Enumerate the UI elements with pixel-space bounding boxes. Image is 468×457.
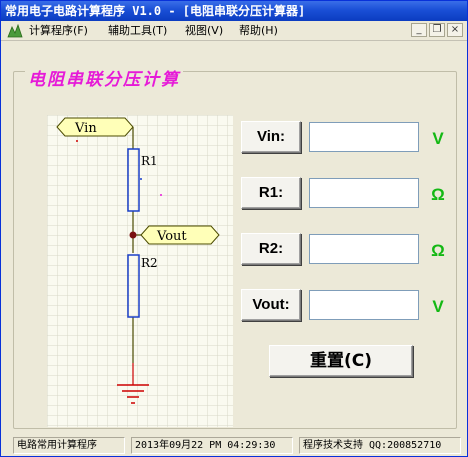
client-area: 电阻串联分压计算 Vin Vout R1 R2 Vin: V R1: Ω R2:…	[3, 43, 465, 433]
junction-dot	[129, 231, 137, 239]
status-app-name: 电路常用计算程序	[13, 437, 125, 454]
r2-unit: Ω	[431, 241, 445, 260]
window-title: 常用电子电路计算程序 V1.0 - [电阻串联分压计算器]	[5, 4, 306, 18]
app-icon[interactable]	[7, 24, 23, 38]
mdi-restore-button[interactable]: ❐	[429, 23, 445, 37]
calc-title: 电阻串联分压计算	[25, 65, 183, 90]
r2-button[interactable]: R2:	[241, 233, 301, 265]
r2-label: R2	[141, 256, 158, 270]
main-window: 常用电子电路计算程序 V1.0 - [电阻串联分压计算器] 计算程序(F) 辅助…	[0, 0, 468, 457]
vout-unit: V	[432, 297, 444, 316]
vin-label: Vin	[74, 121, 97, 136]
vout-label: Vout	[156, 229, 187, 244]
vout-input[interactable]	[309, 290, 419, 320]
status-support: 程序技术支持 QQ:200852710	[299, 437, 461, 454]
r1-unit: Ω	[431, 185, 445, 204]
r2-input[interactable]	[309, 234, 419, 264]
status-bar: 电路常用计算程序 2013年09月22 PM 04:29:30 程序技术支持 Q…	[1, 435, 467, 456]
r1-label: R1	[141, 154, 158, 168]
vin-input[interactable]	[309, 122, 419, 152]
mdi-minimize-button[interactable]: _	[411, 23, 427, 37]
status-datetime: 2013年09月22 PM 04:29:30	[131, 437, 293, 454]
menu-aux-tools[interactable]: 辅助工具(T)	[108, 24, 167, 38]
reset-button[interactable]: 重置(C)	[269, 345, 413, 377]
menu-view[interactable]: 视图(V)	[185, 24, 223, 38]
voltage-divider-schematic: Vin Vout R1 R2	[47, 115, 233, 427]
vin-button[interactable]: Vin:	[241, 121, 301, 153]
menu-calc-program[interactable]: 计算程序(F)	[29, 24, 88, 38]
vin-unit: V	[432, 129, 444, 148]
menu-bar: 计算程序(F) 辅助工具(T) 视图(V) 帮助(H) _ ❐ ×	[1, 21, 467, 41]
title-bar[interactable]: 常用电子电路计算程序 V1.0 - [电阻串联分压计算器]	[1, 1, 467, 21]
vout-button[interactable]: Vout:	[241, 289, 301, 321]
mdi-close-button[interactable]: ×	[447, 23, 463, 37]
r1-button[interactable]: R1:	[241, 177, 301, 209]
menu-help[interactable]: 帮助(H)	[239, 24, 278, 38]
r1-input[interactable]	[309, 178, 419, 208]
